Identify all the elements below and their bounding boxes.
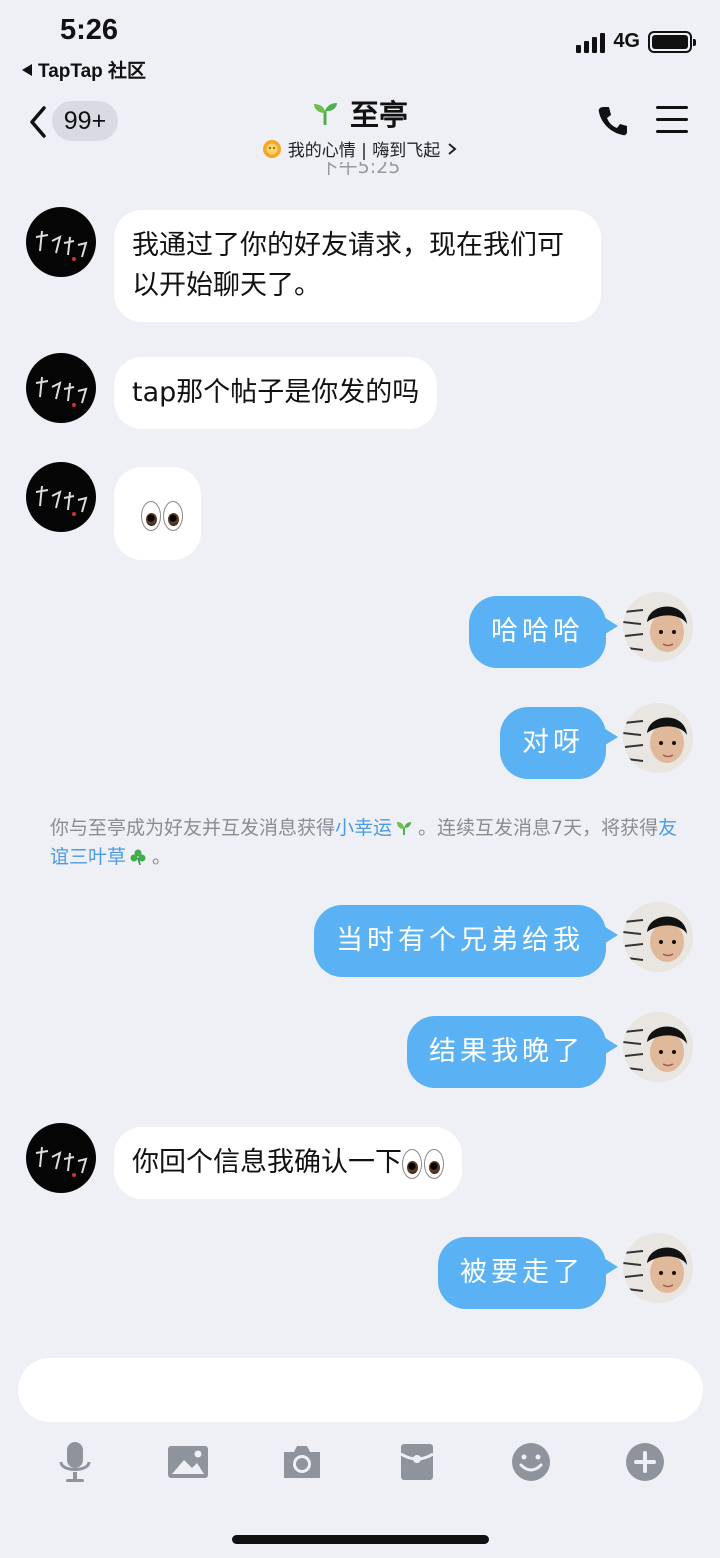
message-bubble-incoming[interactable]: tap那个帖子是你发的吗 [114, 357, 438, 429]
eyes-emoji-drawing [140, 500, 183, 531]
message-bubble-outgoing[interactable]: 被要走了 [438, 1237, 618, 1309]
contact-avatar[interactable] [26, 462, 96, 532]
my-avatar[interactable] [623, 1012, 693, 1082]
contact-avatar[interactable] [26, 1123, 96, 1193]
mic-icon[interactable] [53, 1440, 97, 1484]
status-time: 5:26 [60, 14, 119, 46]
network-type: 4G [613, 30, 640, 52]
note-text: 。 [152, 846, 172, 868]
back-to-app-link[interactable]: TapTap 社区 [22, 56, 146, 83]
camera-icon[interactable] [280, 1440, 324, 1484]
message-text: 我通过了你的好友请求，现在我们可以开始聊天了。 [132, 230, 564, 301]
contact-avatar[interactable] [26, 353, 96, 423]
signal-icon [576, 31, 606, 53]
back-triangle-icon [22, 63, 32, 76]
message-text: 哈哈哈 [491, 616, 584, 647]
message-text: 被要走了 [460, 1257, 584, 1288]
message-text: tap那个帖子是你发的吗 [132, 377, 420, 408]
my-avatar[interactable] [623, 592, 693, 662]
my-avatar[interactable] [623, 703, 693, 773]
my-avatar[interactable] [623, 902, 693, 972]
eyes-emoji [402, 1148, 444, 1179]
sprout-icon [397, 822, 412, 835]
message-bubble-incoming[interactable]: 我通过了你的好友请求，现在我们可以开始聊天了。 [114, 210, 601, 322]
status-indicators: 4G [576, 30, 696, 53]
emoji-icon[interactable] [509, 1440, 553, 1484]
note-text: 你与至亭成为好友并互发消息获得 [50, 817, 336, 839]
mood-text: 我的心情 | 嗨到飞起 [287, 141, 441, 161]
message-bubble-outgoing[interactable]: 当时有个兄弟给我 [314, 905, 618, 977]
input-toolbar [0, 1432, 720, 1492]
lucky-link[interactable]: 小幸运 [335, 817, 392, 839]
sprout-icon [313, 103, 337, 125]
mood-sun-icon [262, 139, 281, 158]
message-bubble-outgoing[interactable]: 结果我晚了 [407, 1016, 618, 1088]
message-text: 对呀 [522, 727, 584, 758]
phone-call-icon[interactable] [596, 104, 630, 138]
message-bubble-outgoing[interactable]: 哈哈哈 [469, 596, 618, 668]
note-text: 。连续互发消息7天，将获得 [418, 817, 659, 839]
message-text: 当时有个兄弟给我 [336, 925, 584, 956]
chat-header: 99+ 至亭 我的心情 | 嗨到飞起 [0, 90, 720, 162]
friendship-system-note: 你与至亭成为好友并互发消息获得小幸运 。连续互发消息7天，将获得友谊三叶草。 [50, 814, 690, 872]
plus-icon[interactable] [623, 1440, 667, 1484]
back-app-label: TapTap 社区 [38, 61, 147, 82]
message-bubble-outgoing[interactable]: 对呀 [500, 707, 618, 779]
contact-avatar[interactable] [26, 207, 96, 277]
my-avatar[interactable] [623, 1233, 693, 1303]
message-input[interactable] [18, 1358, 703, 1422]
chevron-right-icon [448, 142, 457, 155]
battery-icon [648, 30, 696, 53]
message-text: 你回个信息我确认一下 [132, 1147, 444, 1179]
contact-name: 至亭 [349, 98, 408, 132]
menu-icon[interactable] [656, 106, 688, 136]
image-icon[interactable] [166, 1440, 210, 1484]
message-text: 结果我晚了 [429, 1036, 584, 1067]
clover-icon [130, 849, 146, 865]
home-indicator[interactable] [232, 1535, 489, 1544]
message-bubble-incoming[interactable]: 👀 [114, 467, 201, 560]
red-packet-icon[interactable] [395, 1440, 439, 1484]
message-bubble-incoming[interactable]: 你回个信息我确认一下 [114, 1127, 462, 1199]
